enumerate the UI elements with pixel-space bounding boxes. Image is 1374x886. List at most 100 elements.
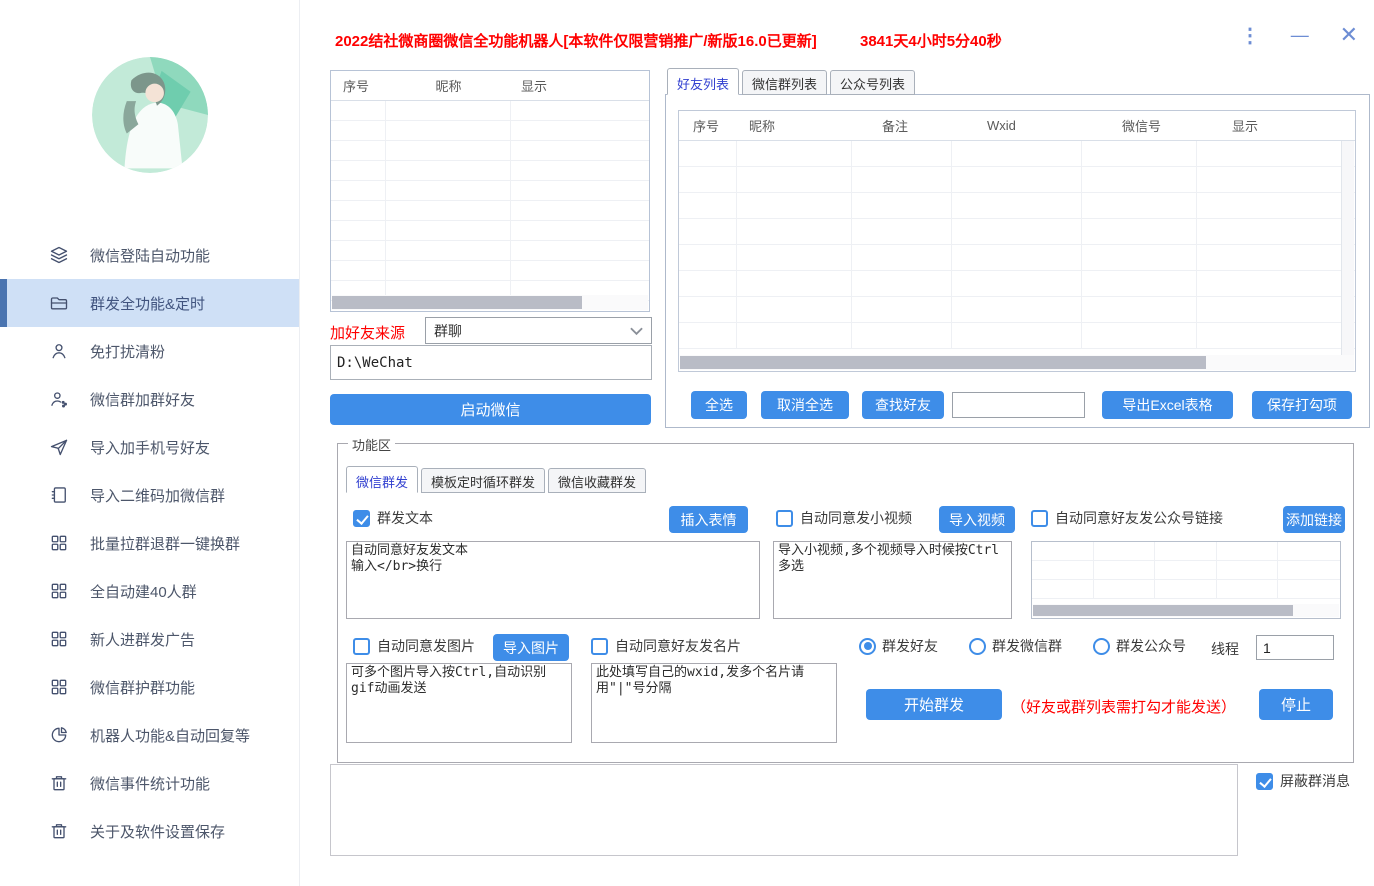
deselect-all-button[interactable]: 取消全选 [761,391,849,419]
tab-official-account-list[interactable]: 公众号列表 [830,70,915,95]
tab-friend-list[interactable]: 好友列表 [667,68,739,95]
sidebar-item-batch-group[interactable]: 批量拉群退群一键换群 [0,519,299,567]
table-row [679,219,1355,245]
sidebar-item-label: 微信群护群功能 [90,677,195,698]
wechat-path-input[interactable] [330,345,652,380]
horizontal-scrollbar [1033,604,1339,617]
grid-icon [49,581,69,601]
sidebar-item-clean-fans[interactable]: 免打扰清粉 [0,327,299,375]
sidebar-item-import-qrcode[interactable]: 导入二维码加微信群 [0,471,299,519]
send-to-groups-radio[interactable]: 群发微信群 [969,636,1062,656]
sidebar-item-robot-autoreply[interactable]: 机器人功能&自动回复等 [0,711,299,759]
sidebar-item-import-phone[interactable]: 导入加手机号好友 [0,423,299,471]
send-to-friends-radio[interactable]: 群发好友 [859,636,938,656]
table-row [331,201,649,221]
column-header: 显示 [1197,116,1355,135]
table-row [331,161,649,181]
app-window: 微信登陆自动功能 群发全功能&定时 免打扰清粉 微信群加群好友 导入加手机号好友… [0,0,1374,886]
minimize-icon[interactable]: — [1291,25,1309,46]
sidebar-item-wechat-login[interactable]: 微信登陆自动功能 [0,231,299,279]
block-group-message-checkbox[interactable]: 屏蔽群消息 [1256,771,1350,791]
notebook-icon [49,485,69,505]
card-wxid-textarea[interactable]: 此处填写自己的wxid,发多个名片请用"|"号分隔 [591,663,837,743]
mass-send-note: （好友或群列表需打勾才能发送） [1011,696,1236,717]
image-hint-textarea[interactable]: 可多个图片导入按Ctrl,自动识别gif动画发送 [346,663,572,743]
friends-panel: 序号 昵称 备注 Wxid 微信号 显示 全选 取消全选 查找好友 导出Exce… [665,94,1370,428]
grid-icon [49,677,69,697]
trash-icon [49,773,69,793]
checkbox-icon [1031,510,1048,527]
start-wechat-button[interactable]: 启动微信 [330,394,651,425]
scrollbar-thumb[interactable] [332,296,582,309]
app-title: 2022结社微商圈微信全功能机器人[本软件仅限营销推广/新版16.0已更新] [335,30,817,51]
sidebar-item-about-settings[interactable]: 关于及软件设置保存 [0,807,299,855]
chevron-down-icon [630,323,643,339]
auto-accept-link-checkbox[interactable]: 自动同意好友发公众号链接 [1031,508,1223,528]
tab-wechat-mass-send[interactable]: 微信群发 [346,466,418,493]
sidebar-item-event-stats[interactable]: 微信事件统计功能 [0,759,299,807]
table-row [331,141,649,161]
friend-source-select[interactable]: 群聊 [425,317,652,344]
start-mass-send-button[interactable]: 开始群发 [866,689,1002,720]
trash-icon [49,821,69,841]
video-hint-textarea[interactable]: 导入小视频,多个视频导入时候按Ctrl多选 [773,541,1012,619]
import-image-button[interactable]: 导入图片 [493,634,569,661]
sidebar-item-label: 全自动建40人群 [90,581,197,602]
table-row [1032,542,1340,561]
table-row [679,271,1355,297]
insert-emoji-button[interactable]: 插入表情 [669,506,748,533]
checkbox-icon [591,638,608,655]
table-row [331,261,649,281]
close-icon[interactable]: ✕ [1340,22,1358,48]
tab-wechat-favorites-send[interactable]: 微信收藏群发 [548,468,646,493]
scrollbar-thumb[interactable] [680,356,1206,369]
column-header: 显示 [511,76,649,95]
sidebar-item-mass-send[interactable]: 群发全功能&定时 [0,279,299,327]
wechat-accounts-table: 序号 昵称 显示 [330,70,650,312]
horizontal-scrollbar [680,355,1354,370]
stop-button[interactable]: 停止 [1259,689,1333,720]
column-header: 序号 [679,116,737,135]
send-to-official-radio[interactable]: 群发公众号 [1093,636,1186,656]
tab-wechat-group-list[interactable]: 微信群列表 [742,70,827,95]
send-text-checkbox[interactable]: 群发文本 [353,508,433,528]
auto-accept-image-checkbox[interactable]: 自动同意发图片 [353,636,475,656]
sidebar-item-auto-build-group[interactable]: 全自动建40人群 [0,567,299,615]
kebab-menu-icon[interactable]: ⋮ [1240,23,1260,48]
scrollbar-thumb[interactable] [1033,605,1293,616]
sidebar-item-newcomer-ad[interactable]: 新人进群发广告 [0,615,299,663]
folder-icon [49,293,69,313]
select-all-button[interactable]: 全选 [691,391,747,419]
import-video-button[interactable]: 导入视频 [939,506,1015,533]
auto-accept-video-checkbox[interactable]: 自动同意发小视频 [776,508,912,528]
table-row [331,181,649,201]
selected-option: 群聊 [434,321,630,341]
tab-template-timed-send[interactable]: 模板定时循环群发 [421,468,545,493]
thread-count-input[interactable] [1256,635,1334,660]
sidebar-item-add-group-friends[interactable]: 微信群加群好友 [0,375,299,423]
sidebar-item-label: 关于及软件设置保存 [90,821,225,842]
vertical-scrollbar[interactable] [1341,141,1354,355]
save-checked-button[interactable]: 保存打勾项 [1252,391,1352,419]
sidebar-menu: 微信登陆自动功能 群发全功能&定时 免打扰清粉 微信群加群好友 导入加手机号好友… [0,231,299,855]
radio-icon [969,638,986,655]
export-excel-button[interactable]: 导出Excel表格 [1102,391,1233,419]
layers-icon [49,245,69,265]
column-header: Wxid [952,118,1082,133]
find-friend-button[interactable]: 查找好友 [862,391,944,419]
friends-tabs: 好友列表 微信群列表 公众号列表 [667,68,915,95]
sidebar-item-label: 微信事件统计功能 [90,773,210,794]
sidebar-item-label: 微信登陆自动功能 [90,245,210,266]
horizontal-scrollbar [332,295,648,310]
add-link-button[interactable]: 添加链接 [1283,506,1345,533]
log-output [330,764,1238,856]
friend-search-input[interactable] [952,392,1085,418]
thread-label: 线程 [1211,639,1239,659]
table-row [331,241,649,261]
sidebar-item-group-guard[interactable]: 微信群护群功能 [0,663,299,711]
mass-text-textarea[interactable]: 自动同意好友发文本 输入</br>换行 [346,541,760,619]
checkbox-icon [353,638,370,655]
auto-accept-card-checkbox[interactable]: 自动同意好友发名片 [591,636,741,656]
column-header: 昵称 [737,116,852,135]
pie-chart-icon [49,725,69,745]
